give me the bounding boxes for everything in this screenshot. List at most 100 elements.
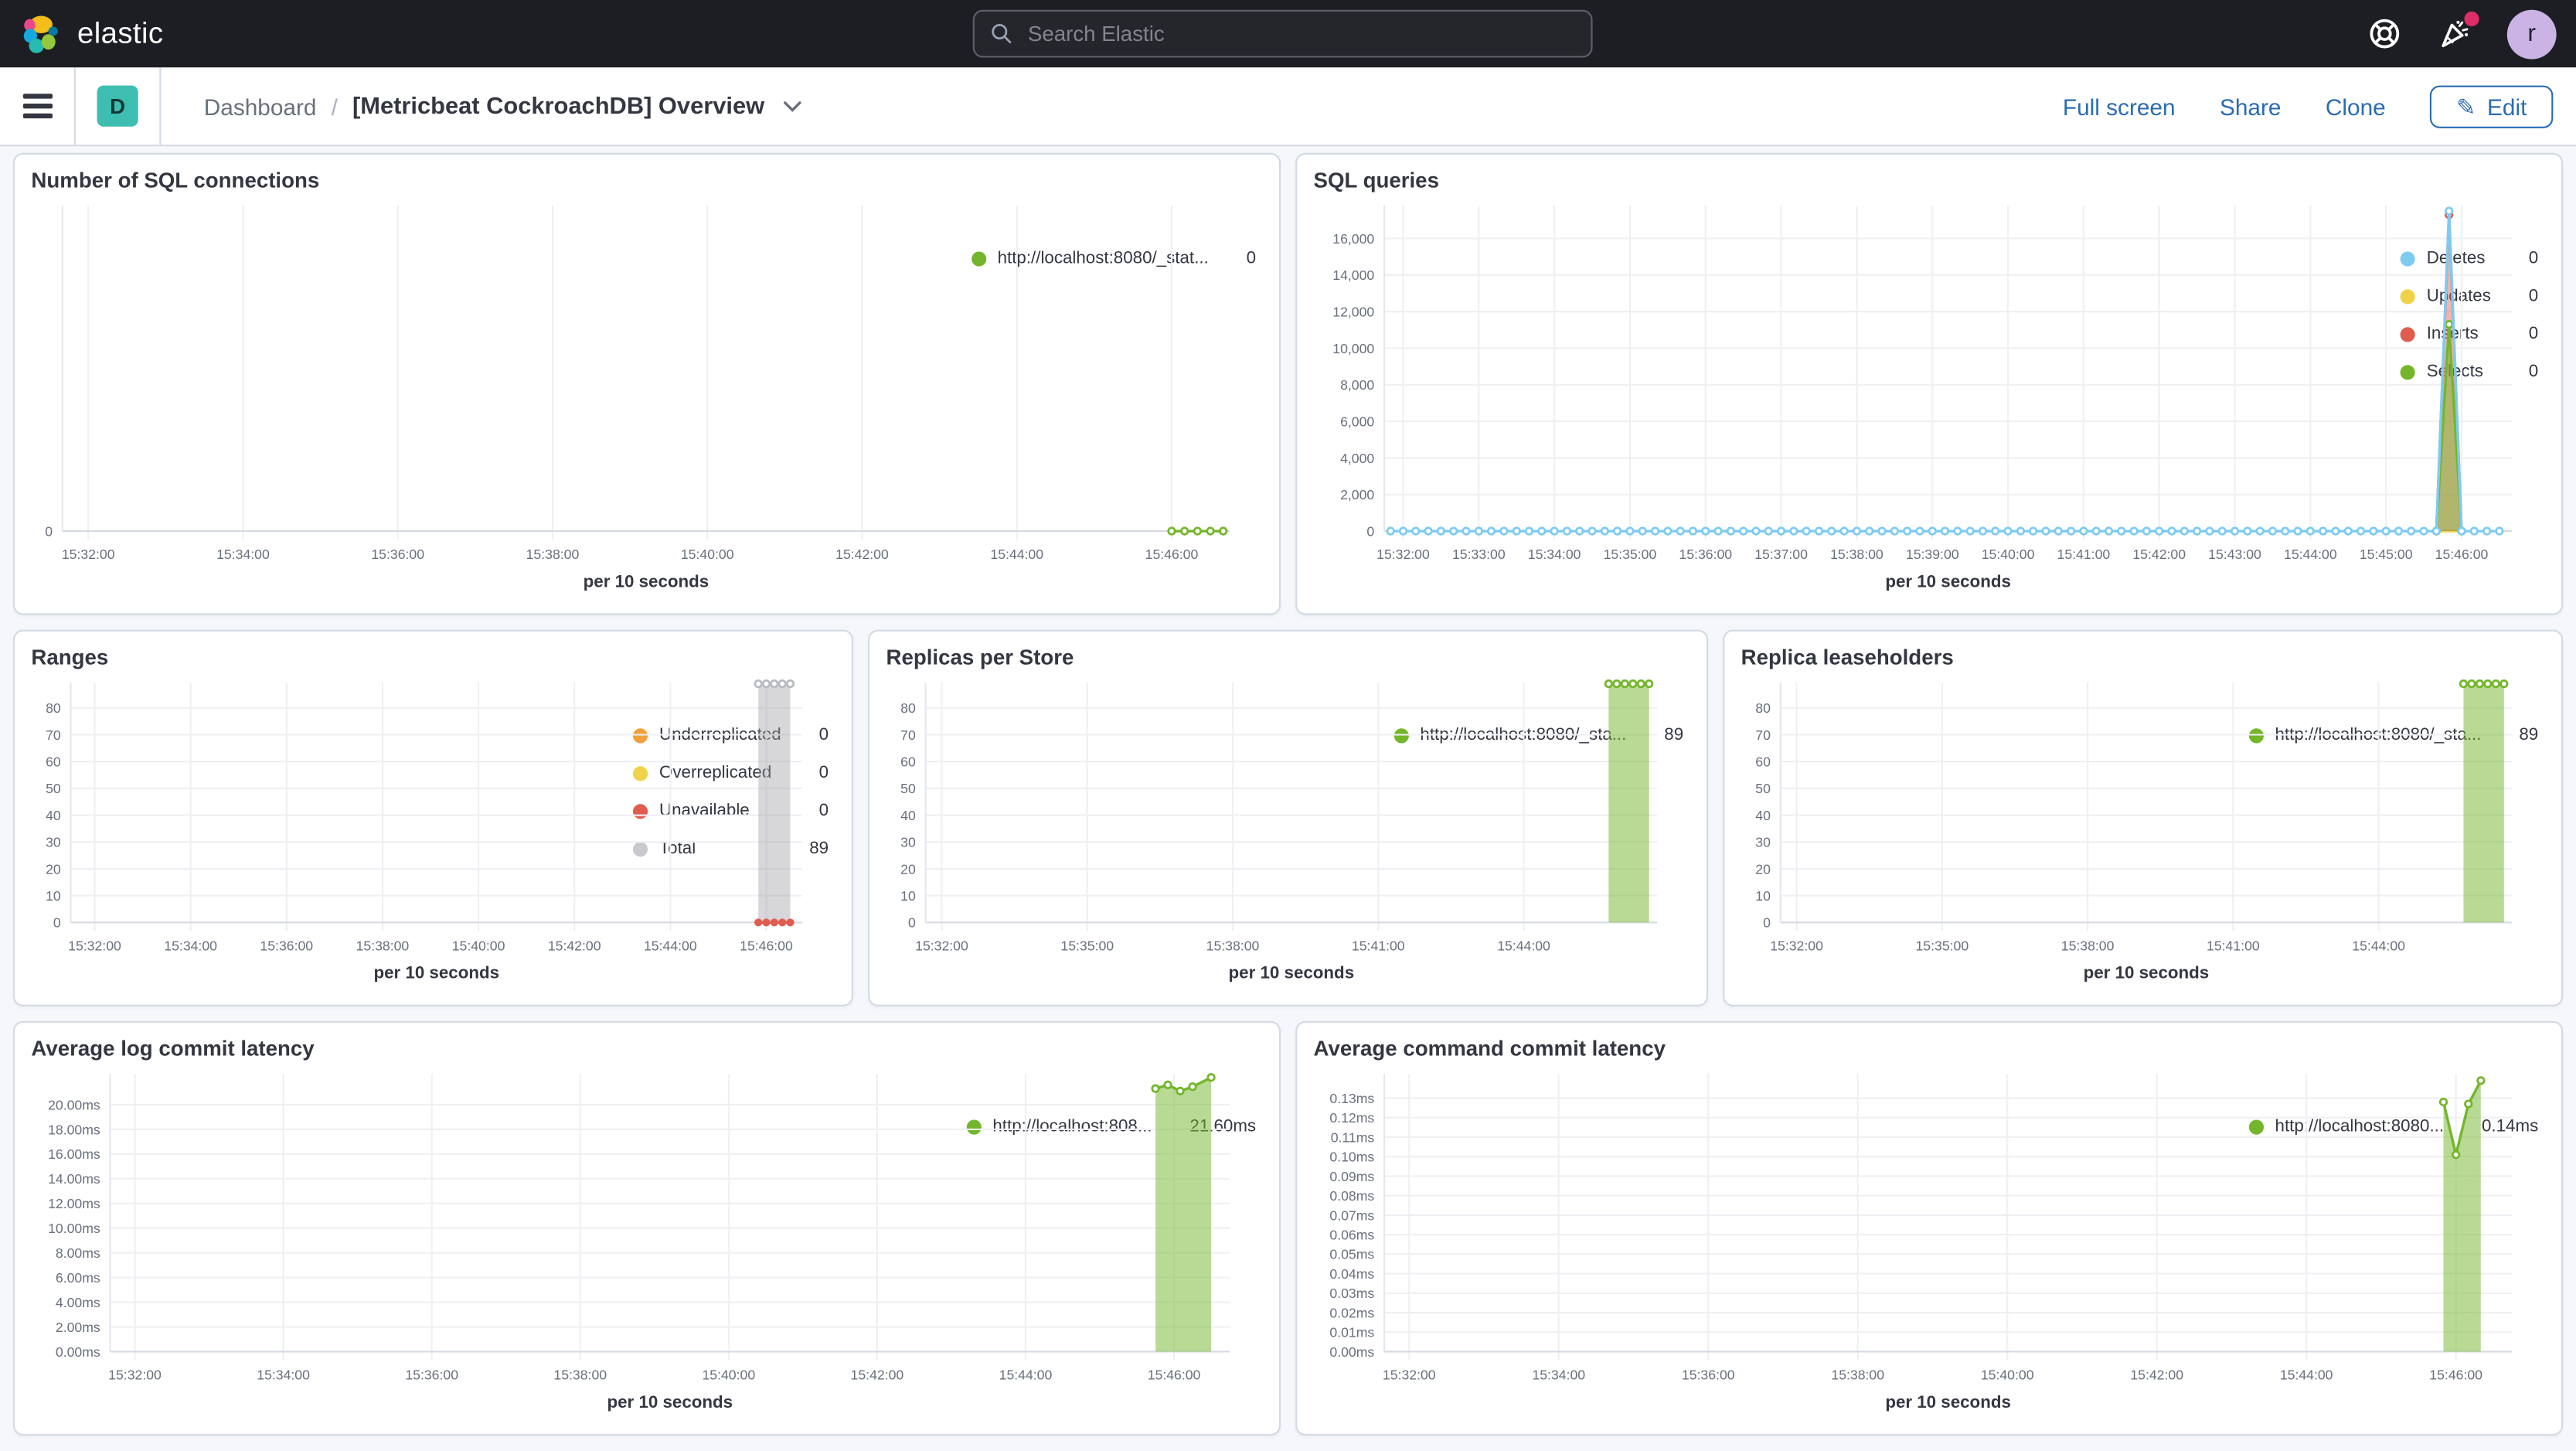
breadcrumb-dashboard[interactable]: Dashboard	[204, 93, 317, 119]
svg-text:15:32:00: 15:32:00	[915, 938, 968, 953]
chart-canvas[interactable]: 0 2,000 4,000 6,000 8,000 10,000 12,000 14,000 1…	[1314, 196, 2529, 600]
svg-text:60: 60	[1755, 754, 1771, 769]
panel-ranges[interactable]: Ranges 0 10 20 30 40 50 60 70 80 15:32:00 15:34:00…	[13, 629, 853, 1007]
avatar-initial: r	[2527, 19, 2537, 48]
svg-text:0.03ms: 0.03ms	[1329, 1286, 1374, 1301]
svg-text:15:35:00: 15:35:00	[1060, 938, 1114, 953]
svg-text:per 10 seconds: per 10 seconds	[1885, 1392, 2011, 1412]
svg-text:15:36:00: 15:36:00	[371, 547, 424, 562]
panel-avg-log-commit-latency[interactable]: Average log commit latency 0.00ms 2.00ms 4…	[13, 1020, 1281, 1436]
svg-text:80: 80	[1755, 700, 1771, 716]
chart-ranges: 0 10 20 30 40 50 60 70 80 15:32:00 15:34:00 15:36:0…	[31, 673, 803, 992]
svg-text:15:45:00: 15:45:00	[2360, 547, 2413, 562]
dashboard-toolbar: D Dashboard / [Metricbeat CockroachDB] O…	[0, 67, 2576, 147]
svg-text:4,000: 4,000	[1340, 451, 1374, 466]
help-button[interactable]	[2366, 15, 2402, 52]
svg-text:15:36:00: 15:36:00	[260, 938, 313, 953]
notification-dot	[2464, 10, 2479, 26]
svg-text:20.00ms: 20.00ms	[48, 1097, 100, 1112]
svg-text:0: 0	[908, 915, 916, 931]
chart-canvas[interactable]: 0.00ms 2.00ms 4.00ms 6.00ms 8.00ms 10.00ms 12.…	[31, 1064, 1246, 1421]
pencil-icon: ✎	[2456, 93, 2476, 120]
dashboard-app-badge[interactable]: D	[97, 85, 138, 127]
svg-text:50: 50	[46, 781, 61, 796]
svg-text:60: 60	[46, 754, 61, 769]
svg-text:50: 50	[1755, 781, 1771, 796]
svg-text:15:40:00: 15:40:00	[681, 547, 734, 562]
global-search[interactable]	[972, 9, 1592, 58]
svg-text:16,000: 16,000	[1332, 231, 1374, 247]
svg-text:30: 30	[1755, 835, 1771, 850]
svg-text:30: 30	[46, 835, 61, 850]
divider	[73, 67, 76, 145]
svg-text:15:46:00: 15:46:00	[1145, 547, 1199, 562]
svg-text:15:36:00: 15:36:00	[405, 1368, 458, 1383]
dashboard-row: Number of SQL connections 0 15:32:00 15:34…	[13, 152, 2564, 615]
chart-canvas[interactable]: 0.00ms 0.01ms 0.02ms 0.03ms 0.04ms 0.05ms 0.06…	[1314, 1064, 2529, 1421]
svg-text:15:40:00: 15:40:00	[702, 1368, 755, 1383]
svg-text:10: 10	[1755, 888, 1771, 904]
svg-text:0.13ms: 0.13ms	[1329, 1091, 1374, 1106]
title-menu-button[interactable]	[782, 100, 802, 113]
svg-text:per 10 seconds: per 10 seconds	[607, 1392, 733, 1412]
svg-text:15:40:00: 15:40:00	[452, 938, 505, 953]
panel-sql-connections[interactable]: Number of SQL connections 0 15:32:00 15:34…	[13, 152, 1281, 615]
chart-canvas[interactable]: 0 10 20 30 40 50 60 70 80 15:32:00 15:35:00 15:38:0…	[1741, 673, 2529, 992]
svg-text:15:34:00: 15:34:00	[164, 938, 217, 953]
svg-text:15:46:00: 15:46:00	[740, 938, 793, 953]
svg-text:15:41:00: 15:41:00	[2207, 938, 2260, 953]
panel-replicas-per-store[interactable]: Replicas per Store 0 10 20 30 40 50 60 70 80 15:3…	[868, 629, 1709, 1007]
share-button[interactable]: Share	[2220, 93, 2281, 119]
dashboard-row: Ranges 0 10 20 30 40 50 60 70 80 15:32:00 15:34:00…	[13, 629, 2564, 1007]
svg-text:15:46:00: 15:46:00	[2435, 547, 2489, 562]
brand-name: elastic	[77, 16, 164, 49]
svg-text:15:32:00: 15:32:00	[62, 547, 115, 562]
panel-avg-command-commit-latency[interactable]: Average command commit latency 0.00ms 0.0…	[1295, 1020, 2564, 1436]
svg-text:15:34:00: 15:34:00	[257, 1368, 310, 1383]
app-badge-letter: D	[110, 94, 126, 119]
svg-text:0.09ms: 0.09ms	[1329, 1169, 1374, 1184]
avatar[interactable]: r	[2506, 9, 2557, 59]
elastic-logo[interactable]: elastic	[20, 12, 164, 55]
svg-text:20: 20	[1755, 861, 1771, 877]
svg-text:15:44:00: 15:44:00	[2352, 938, 2405, 953]
svg-text:14.00ms: 14.00ms	[48, 1171, 100, 1187]
svg-text:15:38:00: 15:38:00	[526, 547, 580, 562]
svg-text:10,000: 10,000	[1332, 341, 1374, 356]
chart-avg-log-commit-latency: 0.00ms 2.00ms 4.00ms 6.00ms 8.00ms 10.00ms 12.…	[31, 1064, 1230, 1421]
svg-text:20: 20	[900, 861, 916, 877]
svg-text:8.00ms: 8.00ms	[56, 1245, 100, 1261]
chart-canvas[interactable]: 0 15:32:00 15:34:00 15:36:00 15:38:00 15:40:0…	[31, 196, 1246, 600]
panel-sql-queries[interactable]: SQL queries 0 2,000 4,000 6,000 8,000 10,000 1…	[1295, 152, 2564, 615]
svg-text:15:42:00: 15:42:00	[548, 938, 601, 953]
svg-text:15:38:00: 15:38:00	[1830, 547, 1884, 562]
panel-title: Average log commit latency	[31, 1036, 315, 1061]
search-icon	[991, 23, 1011, 44]
svg-text:15:32:00: 15:32:00	[1383, 1368, 1436, 1383]
chart-sql-queries: 0 2,000 4,000 6,000 8,000 10,000 12,000 14,000 1…	[1314, 196, 2513, 600]
dashboard-row: Average log commit latency 0.00ms 2.00ms 4…	[13, 1020, 2564, 1436]
svg-text:15:37:00: 15:37:00	[1754, 547, 1808, 562]
chart-canvas[interactable]: 0 10 20 30 40 50 60 70 80 15:32:00 15:34:00 15:36:0…	[31, 673, 818, 992]
panel-title: Replicas per Store	[886, 644, 1074, 669]
chart-canvas[interactable]: 0 10 20 30 40 50 60 70 80 15:32:00 15:35:00 15:38:0…	[886, 673, 1674, 992]
svg-text:0.00ms: 0.00ms	[1329, 1344, 1374, 1360]
clone-button[interactable]: Clone	[2326, 93, 2386, 119]
search-input[interactable]	[1024, 19, 1574, 48]
svg-text:0.06ms: 0.06ms	[1329, 1227, 1374, 1242]
menu-button[interactable]	[22, 94, 53, 118]
full-screen-button[interactable]: Full screen	[2063, 93, 2176, 119]
panel-replica-leaseholders[interactable]: Replica leaseholders 0 10 20 30 40 50 60 70 80 15…	[1723, 629, 2564, 1007]
svg-text:15:40:00: 15:40:00	[1982, 547, 2035, 562]
svg-text:70: 70	[900, 727, 916, 743]
svg-text:8,000: 8,000	[1340, 377, 1374, 393]
divider	[159, 67, 162, 145]
chart-replicas-per-store: 0 10 20 30 40 50 60 70 80 15:32:00 15:35:00 15:38:0…	[886, 673, 1658, 992]
edit-button[interactable]: ✎ Edit	[2430, 84, 2554, 128]
svg-text:15:34:00: 15:34:00	[1532, 1368, 1585, 1383]
svg-text:15:35:00: 15:35:00	[1604, 547, 1657, 562]
chevron-down-icon	[783, 100, 801, 111]
whats-new-button[interactable]	[2436, 10, 2479, 52]
svg-text:15:44:00: 15:44:00	[990, 547, 1043, 562]
svg-text:2.00ms: 2.00ms	[56, 1320, 100, 1335]
